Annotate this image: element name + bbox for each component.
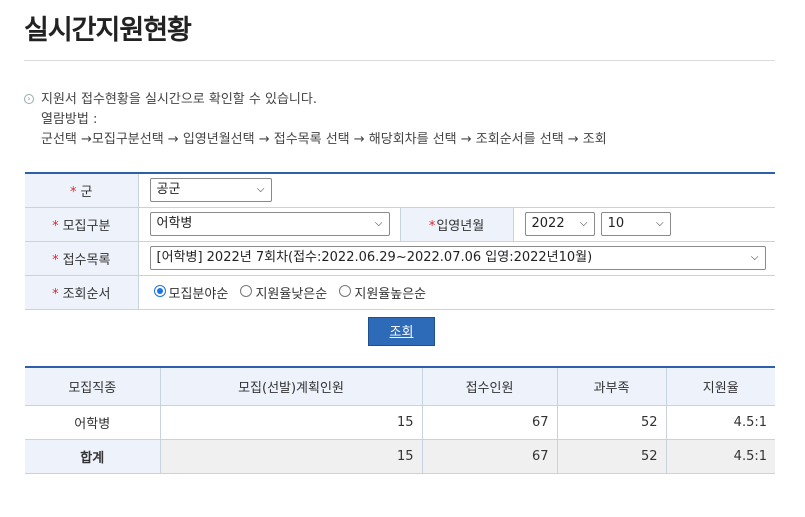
table-row: 어학병 15 67 52 4.5:1 [25, 405, 775, 440]
category-select[interactable]: 어학병 ⌵ [149, 212, 390, 236]
col-header-job: 모집직종 [25, 367, 161, 406]
form-row-list: * 접수목록 [어학병] 2022년 7회차(접수:2022.06.29~2022… [25, 241, 775, 276]
search-button[interactable]: 조회 [368, 317, 435, 346]
info-method-label: 열람방법 : [41, 112, 98, 127]
chevron-down-icon: ⌵ [750, 252, 759, 263]
circle-bullet-icon: › [24, 94, 34, 104]
enlist-value-cell: 2022 ⌵ 10 ⌵ [513, 207, 775, 242]
cell-diff: 52 [557, 405, 667, 440]
list-select[interactable]: [어학병] 2022년 7회차(접수:2022.06.29~2022.07.06… [149, 246, 766, 270]
list-label-cell: * 접수목록 [25, 241, 139, 276]
cell-job: 어학병 [25, 405, 161, 440]
army-label-cell: * 군 [25, 173, 139, 208]
list-select-value: [어학병] 2022년 7회차(접수:2022.06.29~2022.07.06… [156, 250, 593, 265]
total-row: 합계 15 67 52 4.5:1 [25, 439, 775, 474]
army-value-cell: 공군 ⌵ [138, 173, 775, 208]
page-title: 실시간지원현황 [24, 15, 192, 46]
col-header-applied: 접수인원 [422, 367, 558, 406]
chevron-down-icon: ⌵ [374, 218, 383, 229]
order-radio-recruit[interactable] [153, 284, 166, 297]
order-option-recruit: 모집분야순 [168, 286, 229, 302]
order-label-cell: * 조회순서 [25, 275, 139, 310]
order-radio-rate-high[interactable] [339, 284, 352, 297]
category-label: 모집구분 [62, 218, 111, 234]
required-mark: * [428, 218, 436, 234]
form-row-category: * 모집구분 어학병 ⌵ *입영년월 2022 ⌵ 10 ⌵ [25, 207, 775, 242]
cell-rate: 4.5:1 [666, 405, 775, 440]
year-select[interactable]: 2022 ⌵ [524, 212, 595, 236]
info-line-description: › 지원서 접수현황을 실시간으로 확인할 수 있습니다. [24, 90, 607, 110]
order-radio-rate-low[interactable] [240, 284, 253, 297]
search-form-table: * 군 공군 ⌵ * 모집구분 어학병 ⌵ *입영년월 2022 ⌵ 10 ⌵ … [25, 172, 775, 310]
category-label-cell: * 모집구분 [25, 207, 139, 242]
col-header-plan: 모집(선발)계획인원 [160, 367, 423, 406]
results-table: 모집직종 모집(선발)계획인원 접수인원 과부족 지원율 어학병 15 67 5… [25, 366, 775, 474]
form-row-order: * 조회순서 모집분야순 지원율낮은순 지원율높은순 [25, 275, 775, 310]
enlist-label-cell: *입영년월 [399, 207, 514, 242]
info-method-steps: 군선택 →모집구분선택 → 입영년월선택 → 접수목록 선택 → 해당회차를 선… [41, 132, 607, 147]
category-value-cell: 어학병 ⌵ [138, 207, 400, 242]
month-select-value: 10 [607, 216, 625, 231]
order-value-cell: 모집분야순 지원율낮은순 지원율높은순 [138, 275, 775, 310]
total-diff: 52 [557, 439, 667, 474]
month-select[interactable]: 10 ⌵ [600, 212, 671, 236]
results-header-row: 모집직종 모집(선발)계획인원 접수인원 과부족 지원율 [25, 367, 775, 406]
order-option-rate-low: 지원율낮은순 [255, 286, 328, 302]
cell-applied: 67 [422, 405, 558, 440]
required-mark: * [70, 184, 77, 200]
enlist-label: 입영년월 [436, 218, 485, 234]
required-mark: * [52, 286, 59, 302]
required-mark: * [52, 218, 59, 234]
info-section: › 지원서 접수현황을 실시간으로 확인할 수 있습니다. 열람방법 : 군선택… [24, 90, 607, 150]
info-description: 지원서 접수현황을 실시간으로 확인할 수 있습니다. [41, 92, 317, 107]
cell-plan: 15 [160, 405, 423, 440]
list-value-cell: [어학병] 2022년 7회차(접수:2022.06.29~2022.07.06… [138, 241, 775, 276]
army-select-value: 공군 [156, 182, 181, 198]
col-header-diff: 과부족 [557, 367, 667, 406]
category-select-value: 어학병 [156, 216, 193, 231]
chevron-down-icon: ⌵ [656, 218, 664, 229]
army-label: 군 [80, 184, 93, 200]
chevron-down-icon: ⌵ [256, 184, 265, 196]
total-applied: 67 [422, 439, 558, 474]
form-row-army: * 군 공군 ⌵ [25, 173, 775, 208]
total-rate: 4.5:1 [666, 439, 775, 474]
year-select-value: 2022 [531, 216, 565, 231]
required-mark: * [52, 252, 59, 268]
order-label: 조회순서 [62, 286, 111, 302]
order-option-rate-high: 지원율높은순 [354, 286, 427, 302]
col-header-rate: 지원율 [666, 367, 775, 406]
search-button-label: 조회 [389, 325, 414, 340]
title-divider [24, 60, 775, 61]
total-label: 합계 [25, 439, 161, 474]
info-line-method-steps: 군선택 →모집구분선택 → 입영년월선택 → 접수목록 선택 → 해당회차를 선… [24, 130, 607, 150]
army-select[interactable]: 공군 ⌵ [149, 178, 272, 203]
list-label: 접수목록 [62, 252, 111, 268]
info-line-method-label: 열람방법 : [24, 110, 607, 130]
chevron-down-icon: ⌵ [579, 218, 588, 229]
total-plan: 15 [160, 439, 423, 474]
